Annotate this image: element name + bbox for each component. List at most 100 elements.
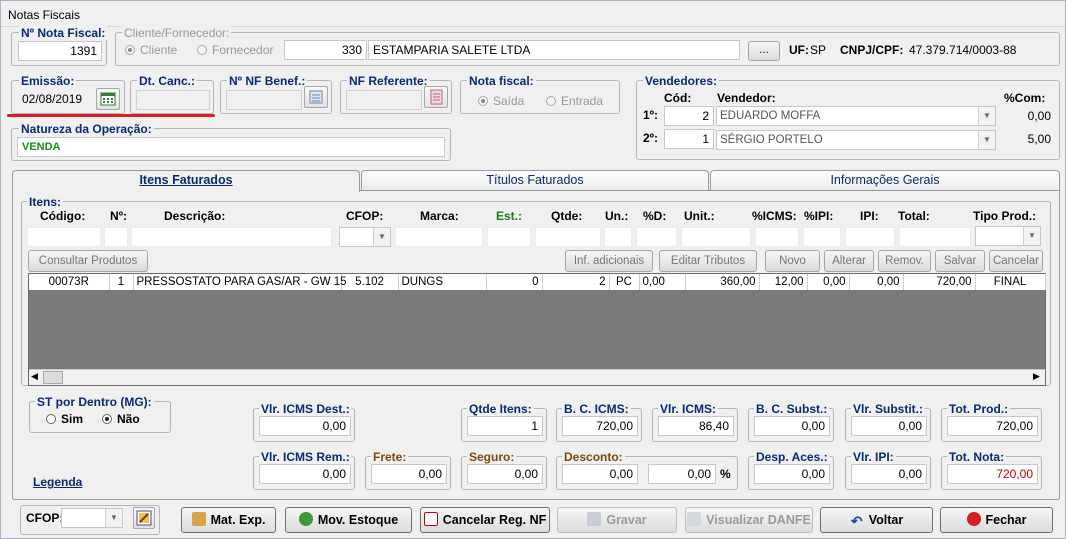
cell-no: 1 [109, 274, 134, 290]
mov-estoque-button[interactable]: Mov. Estoque [285, 507, 412, 533]
uf-label: UF: [789, 43, 809, 57]
tab-itens-faturados[interactable]: Itens Faturados [12, 170, 360, 192]
item-codigo-input[interactable] [27, 227, 101, 247]
consultar-produtos-button[interactable]: Consultar Produtos [28, 250, 148, 272]
hdr-total: Total: [898, 209, 930, 223]
desconto-value-field[interactable]: 0,00 [562, 464, 638, 484]
radio-cliente[interactable]: Cliente [125, 43, 177, 57]
bc-subst-field[interactable]: 0,00 [754, 416, 830, 436]
vlr-ipi-field[interactable]: 0,00 [851, 464, 927, 484]
item-un-input[interactable] [604, 227, 632, 247]
nf-referente-lookup-button[interactable] [424, 86, 448, 108]
desconto-pct-sign: % [720, 467, 731, 481]
vlr-subst-field[interactable]: 0,00 [851, 416, 927, 436]
scrollbar-thumb[interactable] [43, 371, 63, 384]
legenda-link[interactable]: Legenda [33, 475, 82, 489]
nota-number-field[interactable]: 1391 [18, 41, 102, 61]
tab-informacoes-gerais[interactable]: Informações Gerais [710, 170, 1060, 190]
radio-saida[interactable]: Saída [478, 94, 524, 108]
scroll-right-icon[interactable]: ▶ [1033, 371, 1040, 382]
tab-titulos-faturados[interactable]: Títulos Faturados [361, 170, 709, 190]
salvar-button[interactable]: Salvar [935, 250, 985, 272]
horizontal-scrollbar[interactable]: ◀ ▶ [29, 369, 1045, 385]
vendedor-1-select[interactable]: EDUARDO MOFFA ▼ [716, 106, 996, 126]
seguro-field[interactable]: 0,00 [467, 464, 543, 484]
cliente-browse-button[interactable]: ... [748, 41, 780, 61]
footer-cfop-select[interactable]: ▼ [61, 508, 123, 528]
nf-benef-lookup-button[interactable] [304, 86, 328, 108]
cancelar-item-button[interactable]: Cancelar [989, 250, 1043, 272]
vendedor-2-code-field[interactable]: 1 [664, 129, 714, 149]
editar-tributos-button[interactable]: Editar Tributos [659, 250, 757, 272]
footer-cfop-edit-button[interactable] [133, 507, 155, 529]
gravar-button[interactable]: Gravar [557, 507, 677, 533]
bc-icms-field[interactable]: 720,00 [562, 416, 638, 436]
title-bar: Notas Fiscais [1, 1, 1065, 27]
nf-referente-field[interactable] [346, 90, 422, 110]
undo-arrow-icon: ↶ [850, 513, 863, 529]
desp-aces-label: Desp. Aces.: [754, 450, 830, 464]
vendedor-1-name: EDUARDO MOFFA [720, 110, 821, 122]
tot-nota-field[interactable]: 720,00 [947, 464, 1038, 484]
natureza-field[interactable]: VENDA [17, 137, 445, 157]
vendedores-label: Vendedores: [643, 74, 720, 88]
emissao-date-field[interactable]: 02/08/2019 [17, 89, 93, 109]
remov-button[interactable]: Remov. [878, 250, 931, 272]
itens-table: 00073R 1 PRESSOSTATO PARA GAS/AR - GW 15… [29, 274, 1046, 290]
item-total-input[interactable] [899, 227, 971, 247]
vendedor-2-select[interactable]: SÉRGIO PORTELO ▼ [716, 130, 996, 150]
vlr-icms-dest-field[interactable]: 0,00 [259, 416, 351, 436]
radio-entrada[interactable]: Entrada [546, 94, 603, 108]
item-cfop-select[interactable]: ▼ [339, 227, 391, 247]
radio-st-nao[interactable]: Não [102, 412, 140, 426]
desp-aces-field[interactable]: 0,00 [754, 464, 830, 484]
item-desconto-input[interactable] [636, 227, 677, 247]
scroll-left-icon[interactable]: ◀ [31, 371, 38, 382]
mat-exp-button[interactable]: Mat. Exp. [181, 507, 276, 533]
item-tipo-select[interactable]: ▼ [975, 226, 1041, 246]
vlr-icms-field[interactable]: 86,40 [658, 416, 734, 436]
window-title: Notas Fiscais [8, 8, 81, 22]
novo-button[interactable]: Novo [765, 250, 820, 272]
inf-adicionais-button[interactable]: Inf. adicionais [565, 250, 653, 272]
frete-field[interactable]: 0,00 [371, 464, 447, 484]
item-no-input[interactable] [104, 227, 128, 247]
qtde-itens-field[interactable]: 1 [467, 416, 543, 436]
vendedor-1-com-field[interactable]: 0,00 [1000, 106, 1056, 126]
gravar-label: Gravar [606, 513, 647, 527]
vlr-icms-rem-field[interactable]: 0,00 [259, 464, 351, 484]
item-marca-input[interactable] [395, 227, 483, 247]
item-ipi-pct-input[interactable] [803, 227, 841, 247]
dt-canc-field[interactable] [136, 90, 210, 110]
item-unit-input[interactable] [681, 227, 751, 247]
item-icms-input[interactable] [755, 227, 799, 247]
item-ipi-input[interactable] [845, 227, 895, 247]
cancelar-reg-nf-button[interactable]: Cancelar Reg. NF [420, 507, 550, 533]
vendedor-2-com-field[interactable]: 5,00 [1000, 129, 1056, 149]
save-icon [587, 512, 602, 526]
nf-benef-field[interactable] [226, 90, 302, 110]
item-est-input[interactable] [487, 227, 531, 247]
vendedores-col-com: %Com: [1004, 91, 1046, 105]
cliente-name-field[interactable]: ESTAMPARIA SALETE LTDA [368, 40, 740, 60]
hdr-ipi: IPI: [860, 209, 879, 223]
cliente-code-field[interactable]: 330 [284, 40, 367, 60]
desconto-pct-field[interactable]: 0,00 [648, 464, 716, 484]
emissao-calendar-button[interactable] [96, 88, 120, 110]
hdr-unit: Unit.: [684, 209, 715, 223]
cell-ipi-pct: 0,00 [807, 274, 850, 290]
radio-st-sim[interactable]: Sim [46, 412, 83, 426]
chevron-down-icon: ▼ [978, 131, 995, 149]
cell-tipo: FINAL [975, 274, 1046, 290]
visualizar-danfe-button[interactable]: Visualizar DANFE [685, 507, 813, 533]
voltar-button[interactable]: ↶ Voltar [820, 507, 933, 533]
alterar-button[interactable]: Alterar [824, 250, 874, 272]
tot-prod-field[interactable]: 720,00 [947, 416, 1038, 436]
fechar-button[interactable]: Fechar [940, 507, 1053, 533]
vendedor-1-code-field[interactable]: 2 [664, 106, 714, 126]
radio-fornecedor[interactable]: Fornecedor [197, 43, 273, 57]
item-qtde-input[interactable] [535, 227, 601, 247]
table-row[interactable]: 00073R 1 PRESSOSTATO PARA GAS/AR - GW 15… [29, 274, 1046, 290]
item-descricao-input[interactable] [131, 227, 332, 247]
cnpj-field[interactable]: 47.379.714/0003-88 [904, 40, 1054, 60]
